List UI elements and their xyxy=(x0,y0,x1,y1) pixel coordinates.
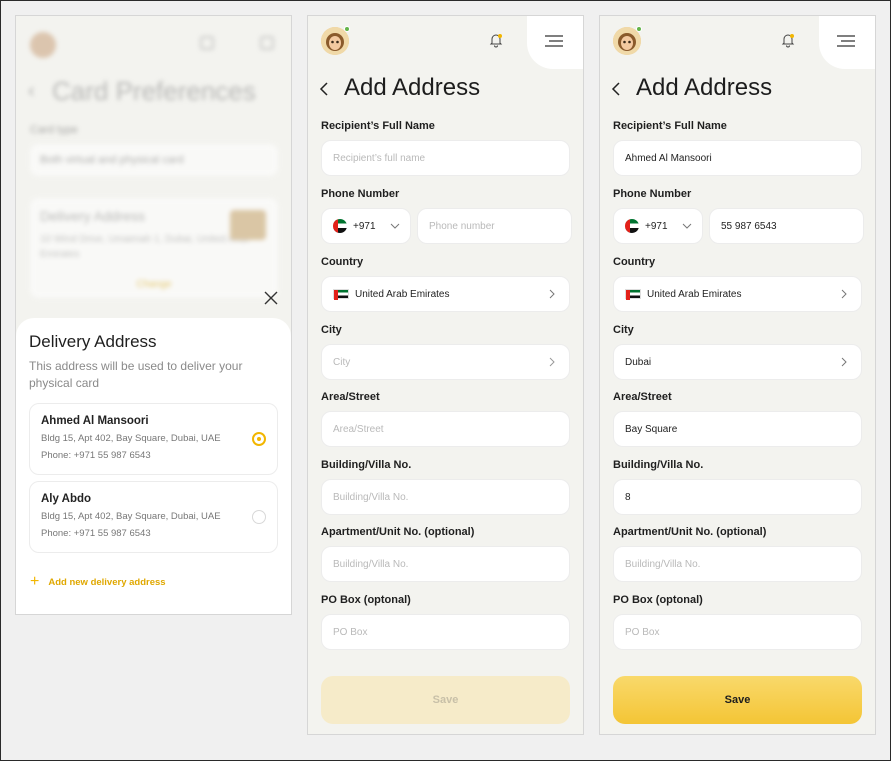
uae-flag-icon xyxy=(625,289,641,300)
address-line: Bldg 15, Apt 402, Bay Square, Dubai, UAE xyxy=(41,510,221,522)
card-image xyxy=(230,210,266,240)
building-input[interactable]: Building/Villa No. xyxy=(321,479,570,515)
address-name: Aly Abdo xyxy=(41,492,92,505)
city-value: Dubai xyxy=(625,356,652,368)
sheet-subtitle: This address will be used to deliver you… xyxy=(29,359,243,391)
menu-icon xyxy=(545,35,563,47)
save-button[interactable]: Save xyxy=(613,676,862,724)
menu-button[interactable] xyxy=(527,16,583,69)
city-placeholder: City xyxy=(333,356,351,368)
phone-label: Phone Number xyxy=(321,188,400,200)
delivery-address-card: Delivery Address 10 Wind Drive, Umaimah … xyxy=(30,198,278,298)
apartment-label: Apartment/Unit No. (optional) xyxy=(613,526,767,538)
page-title: Add Address xyxy=(636,74,773,101)
full-name-label: Recipient’s Full Name xyxy=(321,120,435,132)
add-new-address-button[interactable]: + Add new delivery address xyxy=(30,574,166,590)
close-icon[interactable] xyxy=(263,290,279,306)
uae-flag-icon xyxy=(333,289,349,300)
country-value: United Arab Emirates xyxy=(355,288,450,300)
po-box-input[interactable]: PO Box xyxy=(613,614,862,650)
po-box-label: PO Box (optonal) xyxy=(321,594,411,606)
add-new-address-label: Add new delivery address xyxy=(48,576,166,588)
street-input[interactable]: Area/Street xyxy=(321,411,570,447)
delivery-address-sheet: Delivery Address This address will be us… xyxy=(16,318,291,614)
card-type-label: Card type xyxy=(30,124,78,136)
chevron-left-icon[interactable] xyxy=(318,81,332,97)
city-select[interactable]: City xyxy=(321,344,570,380)
card-type-select: Both virtual and physical card xyxy=(30,144,278,176)
building-label: Building/Villa No. xyxy=(613,459,704,471)
chevron-right-icon xyxy=(841,357,847,367)
street-input[interactable]: Bay Square xyxy=(613,411,862,447)
address-name: Ahmed Al Mansoori xyxy=(41,414,149,427)
chevron-left-icon[interactable] xyxy=(610,81,624,97)
chevron-right-icon xyxy=(841,289,847,299)
chevron-down-icon xyxy=(682,223,692,229)
apartment-input[interactable]: Building/Villa No. xyxy=(613,546,862,582)
country-select[interactable]: United Arab Emirates xyxy=(613,276,862,312)
uae-flag-icon xyxy=(625,219,639,233)
address-phone: Phone: +971 55 987 6543 xyxy=(41,449,151,461)
bell-icon[interactable] xyxy=(488,32,504,48)
country-code-value: +971 xyxy=(645,220,668,232)
page-title: Add Address xyxy=(344,74,481,101)
online-status-dot xyxy=(344,26,350,32)
menu-icon xyxy=(837,35,855,47)
address-radio-selected[interactable] xyxy=(252,431,266,446)
city-select[interactable]: Dubai xyxy=(613,344,862,380)
plus-icon: + xyxy=(30,573,40,590)
page-title: Card Preferences xyxy=(52,76,256,106)
address-option[interactable]: Aly Abdo Bldg 15, Apt 402, Bay Square, D… xyxy=(29,480,278,553)
country-code-value: +971 xyxy=(353,220,376,232)
full-name-input[interactable]: Ahmed Al Mansoori xyxy=(613,140,862,176)
apartment-input[interactable]: Building/Villa No. xyxy=(321,546,570,582)
back-icon: ‹ xyxy=(28,80,35,102)
delivery-address-screen: ‹ Card Preferences Card type Both virtua… xyxy=(15,15,292,615)
full-name-label: Recipient’s Full Name xyxy=(613,120,727,132)
menu-button[interactable] xyxy=(819,16,875,69)
avatar xyxy=(30,32,56,58)
phone-number-input[interactable]: Phone number xyxy=(417,208,572,244)
uae-flag-icon xyxy=(333,219,347,233)
building-input[interactable]: 8 xyxy=(613,479,862,515)
chevron-down-icon xyxy=(390,223,400,229)
save-button[interactable]: Save xyxy=(321,676,570,724)
street-label: Area/Street xyxy=(613,391,672,403)
country-label: Country xyxy=(613,256,656,268)
bell-icon[interactable] xyxy=(780,32,796,48)
address-radio[interactable] xyxy=(252,509,266,524)
city-label: City xyxy=(321,324,342,336)
street-label: Area/Street xyxy=(321,391,380,403)
country-code-select[interactable]: +971 xyxy=(321,208,411,244)
address-option[interactable]: Ahmed Al Mansoori Bldg 15, Apt 402, Bay … xyxy=(29,402,278,475)
country-label: Country xyxy=(321,256,364,268)
country-select[interactable]: United Arab Emirates xyxy=(321,276,570,312)
change-link: Change xyxy=(136,279,172,290)
add-address-screen-empty: Add Address Recipient’s Full Name Recipi… xyxy=(307,15,584,735)
country-value: United Arab Emirates xyxy=(647,288,742,300)
chevron-right-icon xyxy=(549,289,555,299)
sheet-title: Delivery Address xyxy=(29,332,157,351)
country-code-select[interactable]: +971 xyxy=(613,208,703,244)
po-box-input[interactable]: PO Box xyxy=(321,614,570,650)
phone-label: Phone Number xyxy=(613,188,692,200)
apartment-label: Apartment/Unit No. (optional) xyxy=(321,526,475,538)
chevron-right-icon xyxy=(549,357,555,367)
bell-icon xyxy=(200,36,214,50)
online-status-dot xyxy=(636,26,642,32)
address-line: Bldg 15, Apt 402, Bay Square, Dubai, UAE xyxy=(41,432,221,444)
city-label: City xyxy=(613,324,634,336)
address-phone: Phone: +971 55 987 6543 xyxy=(41,527,151,539)
building-label: Building/Villa No. xyxy=(321,459,412,471)
add-address-screen-filled: Add Address Recipient’s Full Name Ahmed … xyxy=(599,15,876,735)
full-name-input[interactable]: Recipient’s full name xyxy=(321,140,570,176)
menu-icon xyxy=(260,36,274,50)
po-box-label: PO Box (optonal) xyxy=(613,594,703,606)
phone-number-input[interactable]: 55 987 6543 xyxy=(709,208,864,244)
